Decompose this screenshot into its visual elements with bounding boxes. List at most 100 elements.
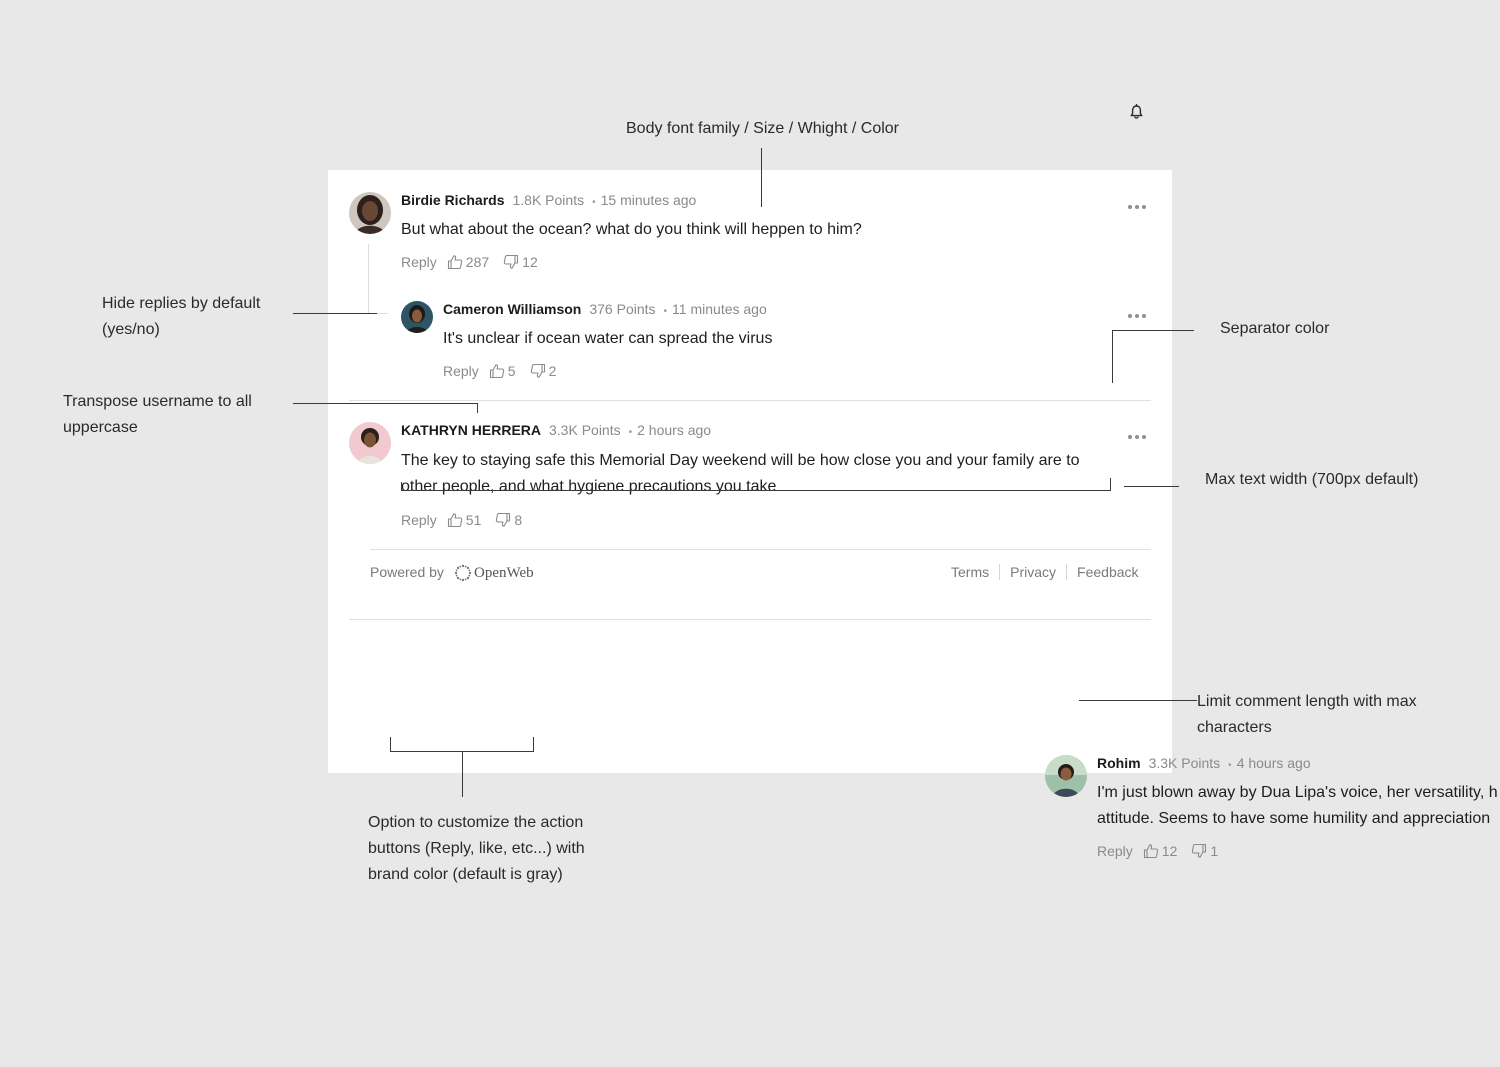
avatar[interactable] xyxy=(401,301,433,333)
like-count: 51 xyxy=(465,512,482,528)
dislike-count: 12 xyxy=(522,254,538,270)
dislike-icon[interactable] xyxy=(503,254,519,270)
comment-text: It's unclear if ocean water can spread t… xyxy=(443,330,773,347)
reply-button[interactable]: Reply xyxy=(1097,843,1133,859)
brand-name: OpenWeb xyxy=(474,564,534,581)
annotation-line-3: brand color (default is gray) xyxy=(368,866,563,883)
comment-text-line-2: attitude. Seems to have some humility an… xyxy=(1097,810,1491,827)
more-options-icon[interactable] xyxy=(1128,204,1146,210)
user-points: 3.3K Points xyxy=(1148,755,1221,771)
openweb-logo-icon xyxy=(454,564,472,582)
annotation-line-1: Limit comment length with max xyxy=(1197,693,1417,710)
annotation-body-font: Body font family / Size / Whight / Color xyxy=(626,120,899,137)
annotation-bracket xyxy=(390,737,391,752)
comment-actions: Reply 12 1 xyxy=(1097,843,1232,859)
annotation-line xyxy=(477,403,478,413)
comment-meta: Cameron Williamson 376 Points • 11 minut… xyxy=(443,301,767,317)
like-count: 287 xyxy=(465,254,490,270)
like-icon[interactable] xyxy=(447,512,463,528)
more-options-icon[interactable] xyxy=(1128,434,1146,440)
reply-button[interactable]: Reply xyxy=(401,254,437,270)
timestamp: 4 hours ago xyxy=(1236,755,1311,771)
annotation-line-2: buttons (Reply, like, etc...) with xyxy=(368,840,585,857)
comment-actions: Reply 5 2 xyxy=(443,363,570,379)
annotation-action-buttons: Option to customize the action buttons (… xyxy=(368,810,585,888)
reply-button[interactable]: Reply xyxy=(443,363,479,379)
username[interactable]: Cameron Williamson xyxy=(443,301,581,317)
annotation-line xyxy=(293,403,478,404)
annotation-limit-length: Limit comment length with max characters xyxy=(1197,689,1417,741)
annotation-line xyxy=(1079,700,1197,701)
annotation-line xyxy=(293,313,377,314)
annotation-line xyxy=(462,751,463,797)
dislike-count: 1 xyxy=(1210,843,1219,859)
dot-separator: • xyxy=(628,427,633,438)
user-points: 1.8K Points xyxy=(512,192,585,208)
annotation-line-1: Option to customize the action xyxy=(368,814,584,831)
terms-link[interactable]: Terms xyxy=(941,564,999,580)
annotation-line-1: Transpose username to all xyxy=(63,393,252,410)
example-comment-text: I'm just blown away by Dua Lipa's voice,… xyxy=(1097,780,1500,836)
comment-text: But what about the ocean? what do you th… xyxy=(401,221,862,238)
annotation-max-width: Max text width (700px default) xyxy=(1205,471,1419,488)
dislike-icon[interactable] xyxy=(530,363,546,379)
thread-line xyxy=(368,244,369,314)
annotation-bracket xyxy=(533,737,534,752)
avatar[interactable] xyxy=(349,192,391,234)
annotation-hide-replies: Hide replies by default (yes/no) xyxy=(102,291,260,343)
powered-by-label: Powered by xyxy=(370,564,444,580)
timestamp: 11 minutes ago xyxy=(672,301,767,317)
annotation-line-2: (yes/no) xyxy=(102,321,160,338)
comment-meta: Rohim 3.3K Points • 4 hours ago xyxy=(1097,755,1311,771)
comment-meta: KATHRYN HERRERA 3.3K Points • 2 hours ag… xyxy=(401,422,711,438)
openweb-logo[interactable]: OpenWeb xyxy=(454,564,534,582)
username[interactable]: Birdie Richards xyxy=(401,192,504,208)
like-icon[interactable] xyxy=(447,254,463,270)
username[interactable]: Rohim xyxy=(1097,755,1141,771)
like-count: 5 xyxy=(507,363,516,379)
username[interactable]: KATHRYN HERRERA xyxy=(401,422,541,438)
annotation-line-1: Hide replies by default xyxy=(102,295,261,312)
annotation-line xyxy=(761,148,762,207)
like-count: 12 xyxy=(1161,843,1178,859)
card-bottom-separator xyxy=(349,619,1151,620)
more-options-icon[interactable] xyxy=(1128,313,1146,319)
bell-icon[interactable] xyxy=(1129,103,1144,120)
comment-actions: Reply 51 8 xyxy=(401,512,536,528)
dot-separator: • xyxy=(1228,760,1232,771)
avatar[interactable] xyxy=(349,422,391,464)
comment-text-line-1: The key to staying safe this Memorial Da… xyxy=(401,452,1080,469)
annotation-line xyxy=(1124,486,1179,487)
annotation-transpose-username: Transpose username to all uppercase xyxy=(63,389,252,441)
dislike-icon[interactable] xyxy=(1191,843,1207,859)
user-points: 3.3K Points xyxy=(549,422,621,438)
annotation-line-2: uppercase xyxy=(63,419,138,436)
user-points: 376 Points xyxy=(589,301,656,317)
annotation-line xyxy=(401,482,402,491)
like-icon[interactable] xyxy=(489,363,505,379)
footer-separator xyxy=(370,549,1151,550)
timestamp: 15 minutes ago xyxy=(600,192,697,208)
comment-text-line-2: other people, and what hygiene precautio… xyxy=(401,478,777,495)
avatar[interactable] xyxy=(1045,755,1087,797)
annotation-line xyxy=(1112,330,1113,383)
dot-separator: • xyxy=(663,306,668,317)
comment-separator xyxy=(349,400,1151,401)
annotation-line xyxy=(1110,478,1111,491)
comment-text-line-1: I'm just blown away by Dua Lipa's voice,… xyxy=(1097,784,1498,801)
dislike-count: 8 xyxy=(514,512,523,528)
feedback-link[interactable]: Feedback xyxy=(1067,564,1148,580)
footer-links: Terms Privacy Feedback xyxy=(941,564,1149,580)
annotation-line xyxy=(401,490,1111,491)
dislike-icon[interactable] xyxy=(495,512,511,528)
dislike-count: 2 xyxy=(548,363,557,379)
annotation-line xyxy=(1112,330,1194,331)
like-icon[interactable] xyxy=(1143,843,1159,859)
privacy-link[interactable]: Privacy xyxy=(1000,564,1066,580)
comment-meta: Birdie Richards 1.8K Points • 15 minutes… xyxy=(401,192,696,208)
dot-separator: • xyxy=(592,197,596,208)
reply-button[interactable]: Reply xyxy=(401,512,437,528)
timestamp: 2 hours ago xyxy=(637,422,712,438)
annotation-line-2: characters xyxy=(1197,719,1272,736)
annotation-separator-color: Separator color xyxy=(1220,320,1330,337)
